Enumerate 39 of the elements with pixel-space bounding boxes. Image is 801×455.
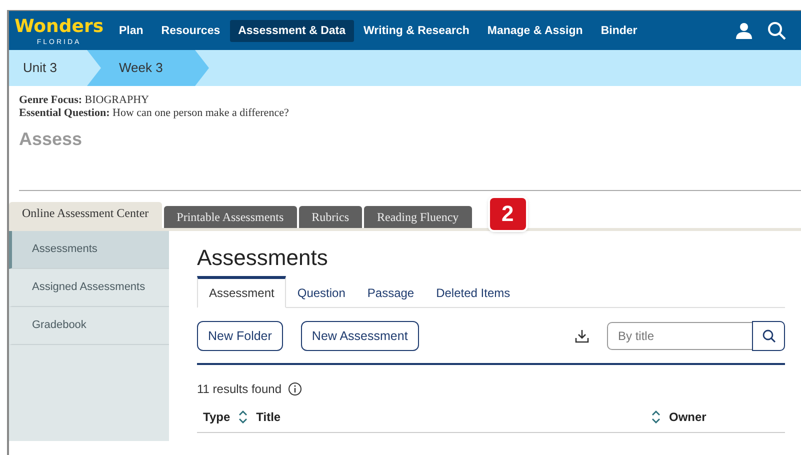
sidebar-item[interactable]: Assigned Assessments — [9, 269, 169, 307]
search-icon — [762, 328, 776, 342]
column-header: Title — [256, 410, 282, 424]
tab[interactable]: Rubrics — [298, 206, 362, 228]
search-button[interactable] — [752, 320, 785, 350]
column-header: Owner — [669, 410, 708, 424]
breadcrumb-item[interactable]: Week 3 — [87, 50, 209, 86]
download-icon[interactable] — [575, 329, 589, 343]
tab[interactable]: Reading Fluency — [364, 206, 472, 228]
user-icon[interactable] — [735, 22, 753, 40]
sort-icon[interactable] — [238, 410, 248, 424]
nav-link[interactable]: Assessment & Data — [230, 20, 354, 42]
outline-button[interactable]: New Folder — [197, 321, 283, 351]
info-text: Genre Focus: BIOGRAPHY — [19, 94, 150, 107]
tab[interactable]: Deleted Items — [425, 276, 522, 308]
section-title: Assessments — [197, 245, 329, 271]
sidebar-item[interactable]: Assessments — [9, 231, 169, 269]
tab[interactable]: Online Assessment Center — [9, 202, 162, 228]
nav-link[interactable]: Binder — [592, 20, 646, 42]
callout-badge: 2 — [490, 198, 526, 230]
tab[interactable]: Assessment — [197, 276, 286, 308]
search-field[interactable]: By title — [607, 322, 752, 350]
search-icon[interactable] — [767, 20, 787, 40]
tab[interactable]: Passage — [356, 276, 426, 308]
outline-button[interactable]: New Assessment — [300, 321, 419, 351]
info-text: Essential Question: How can one person make a difference? — [19, 107, 290, 120]
tab[interactable]: Printable Assessments — [164, 206, 297, 228]
results-count: 11 results found — [197, 382, 282, 396]
sidebar-item[interactable]: Gradebook — [9, 307, 169, 345]
nav-link[interactable]: Manage & Assign — [479, 20, 591, 42]
page-title: Assess — [19, 129, 84, 150]
breadcrumb-item[interactable]: Unit 3 — [9, 50, 87, 86]
nav-link[interactable]: Plan — [111, 20, 152, 42]
sort-icon[interactable] — [651, 410, 661, 424]
tab[interactable]: Question — [286, 276, 356, 308]
nav-link[interactable]: Resources — [153, 20, 228, 42]
nav-link[interactable]: Writing & Research — [356, 20, 478, 42]
info-icon[interactable] — [288, 382, 302, 396]
column-header: Type — [203, 410, 230, 424]
